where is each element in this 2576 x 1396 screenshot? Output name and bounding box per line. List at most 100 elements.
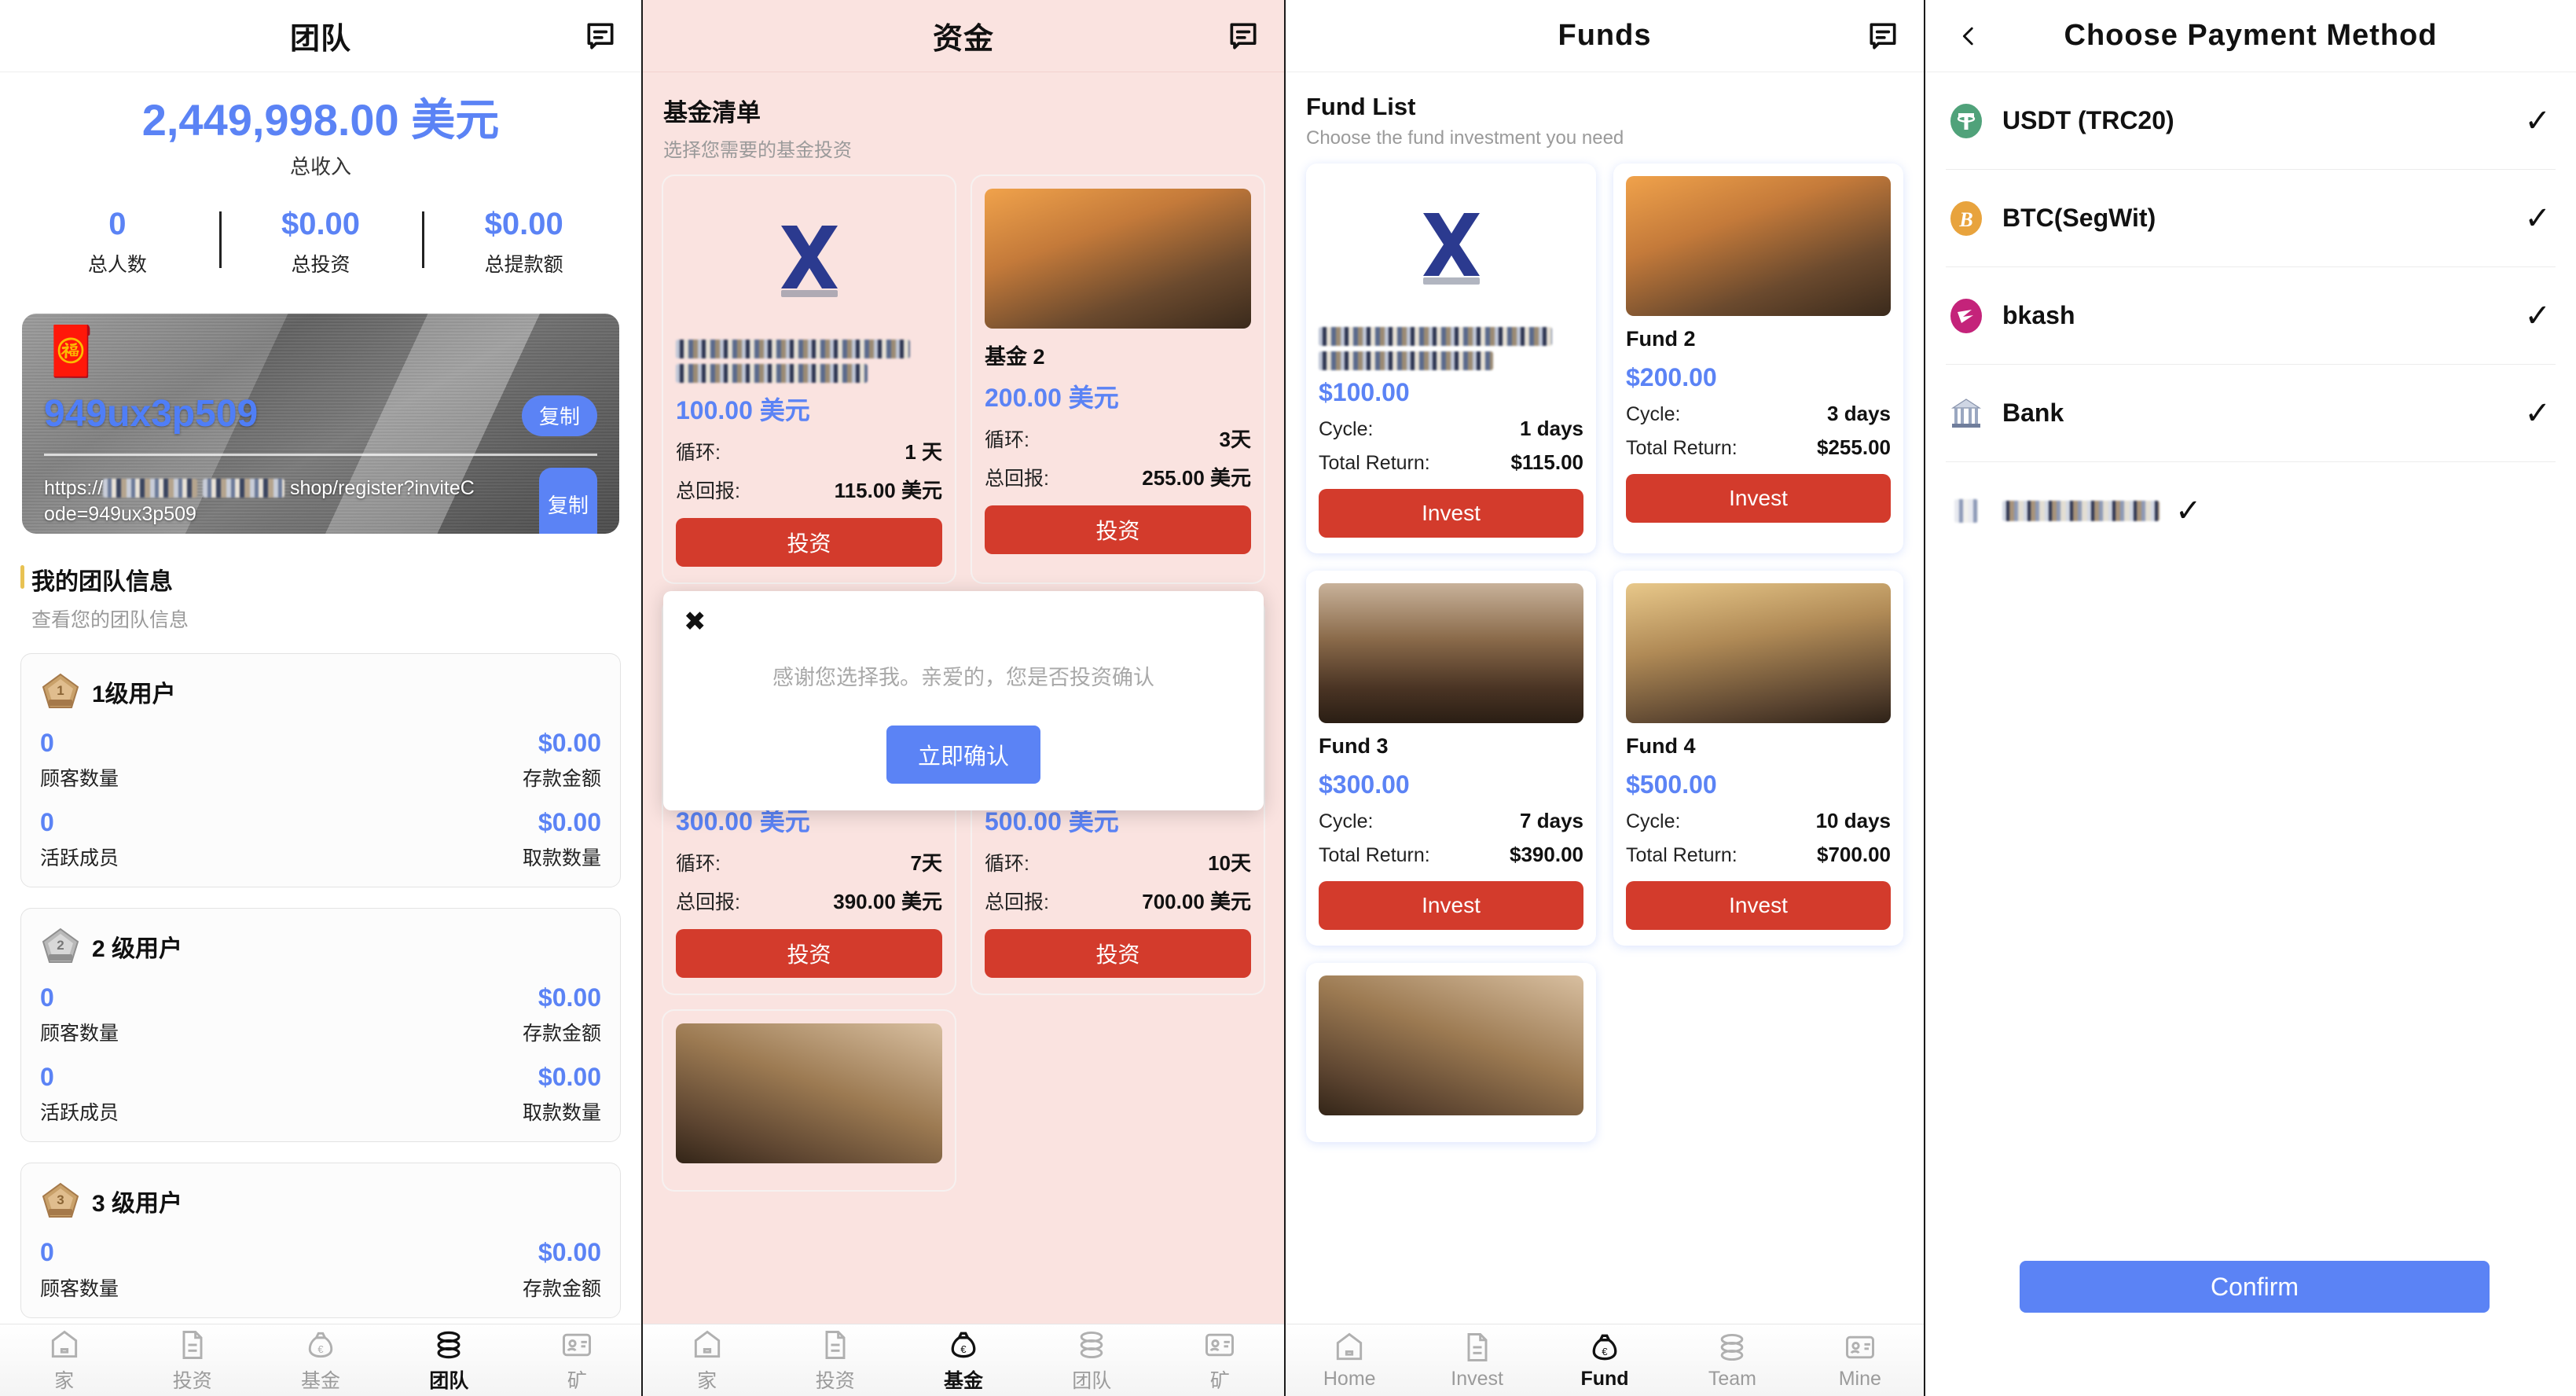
total-return-value: 255.00 美元 bbox=[1142, 466, 1251, 490]
money-bag-icon: € bbox=[1592, 1334, 1617, 1361]
nav-item-home[interactable]: Home bbox=[1286, 1330, 1413, 1390]
level-card[interactable]: 2 2 级用户 0 顾客数量 $0.00 存款金额 0 活跃成员 $0.00 取… bbox=[20, 907, 621, 1143]
kv-value: 0 bbox=[40, 807, 54, 836]
total-return-value: $255.00 bbox=[1817, 435, 1891, 459]
payment-method-usdt[interactable]: USDT (TRC20) ✓ bbox=[1946, 72, 2556, 170]
nav-item-fund[interactable]: € Fund bbox=[1541, 1330, 1668, 1390]
nav-item-fund[interactable]: € 基金 bbox=[256, 1328, 384, 1394]
fund-card[interactable] bbox=[1306, 963, 1596, 1142]
payment-method-bank[interactable]: Bank ✓ bbox=[1946, 365, 2556, 462]
nav-item-team[interactable]: 团队 bbox=[385, 1328, 513, 1394]
nav-item-invest[interactable]: 投资 bbox=[771, 1328, 899, 1394]
nav-item-invest[interactable]: Invest bbox=[1413, 1330, 1540, 1390]
nav-label: 家 bbox=[697, 1369, 717, 1392]
section-title: 我的团队信息 bbox=[20, 562, 621, 597]
svg-text:€: € bbox=[317, 1343, 323, 1355]
fund-card[interactable]: 基金 2 200.00 美元 循环: 3天 总回报: 255.00 美元 投资 bbox=[972, 176, 1264, 582]
level-card[interactable]: 1 1级用户 0 顾客数量 $0.00 存款金额 0 活跃成员 $0.00 取款… bbox=[20, 652, 621, 887]
payment-method-label: Bank bbox=[2002, 399, 2064, 427]
check-icon: ✓ bbox=[2524, 395, 2551, 431]
invest-button[interactable]: Invest bbox=[1626, 881, 1891, 930]
invest-button[interactable]: 投资 bbox=[676, 518, 942, 567]
invest-button[interactable]: Invest bbox=[1319, 881, 1583, 930]
kv-active: 0 活跃成员 bbox=[40, 1063, 119, 1126]
team-info-section-head: 我的团队信息 查看您的团队信息 bbox=[20, 562, 621, 633]
panel-funds-english: Funds Fund List Choose the fund investme… bbox=[1286, 0, 1925, 1396]
kv-value: $0.00 bbox=[538, 983, 601, 1012]
copy-code-button[interactable]: 复制 bbox=[522, 395, 597, 436]
bank-icon bbox=[1946, 393, 1987, 434]
nav-item-home[interactable]: 家 bbox=[643, 1328, 771, 1394]
cycle-label: Cycle: bbox=[1319, 810, 1374, 832]
message-square-icon[interactable] bbox=[1224, 17, 1262, 55]
fund-card[interactable]: Fund 3 $300.00 Cycle: 7 days Total Retur… bbox=[1306, 571, 1596, 946]
level-header: 3 3 级用户 bbox=[40, 1181, 601, 1222]
nav-item-home[interactable]: 家 bbox=[0, 1328, 128, 1394]
invest-button[interactable]: 投资 bbox=[985, 929, 1251, 978]
svg-text:B: B bbox=[1958, 208, 1972, 231]
fund-card[interactable]: Fund 4 $500.00 Cycle: 10 days Total Retu… bbox=[1613, 571, 1903, 946]
kv-customers: 0 顾客数量 bbox=[40, 729, 119, 792]
invest-button[interactable]: 投资 bbox=[985, 505, 1251, 554]
payment-method-bkash[interactable]: bkash ✓ bbox=[1946, 267, 2556, 365]
stat-total-people: 0 总人数 bbox=[16, 207, 219, 277]
total-return-value: 390.00 美元 bbox=[833, 890, 942, 913]
kv-value: $0.00 bbox=[538, 728, 601, 757]
invest-confirm-modal: ✖ 感谢您选择我。亲爱的，您是否投资确认 立即确认 bbox=[663, 591, 1264, 810]
home-icon bbox=[694, 1330, 720, 1357]
cycle-value: 7 days bbox=[1520, 809, 1583, 832]
fund-card[interactable]: 100.00 美元 循环: 1 天 总回报: 115.00 美元 投资 bbox=[663, 176, 955, 582]
svg-text:€: € bbox=[960, 1343, 966, 1355]
fund-return-row: 总回报: 115.00 美元 bbox=[676, 475, 942, 504]
nav-item-mine[interactable]: 矿 bbox=[1156, 1328, 1284, 1394]
total-return-value: $115.00 bbox=[1510, 450, 1583, 474]
message-square-icon[interactable] bbox=[582, 17, 619, 55]
stat-total-withdrawal: $0.00 总提款额 bbox=[422, 207, 626, 277]
total-return-label: Total Return: bbox=[1626, 844, 1738, 866]
svg-text:1: 1 bbox=[57, 683, 64, 698]
modal-confirm-button[interactable]: 立即确认 bbox=[886, 726, 1040, 784]
close-icon[interactable]: ✖ bbox=[684, 608, 718, 640]
invest-button[interactable]: Invest bbox=[1319, 489, 1583, 538]
payment-method-list: USDT (TRC20) ✓ B BTC(SegWit) ✓ bkash ✓ B… bbox=[1925, 72, 2576, 560]
cycle-label: 循环: bbox=[985, 853, 1029, 875]
fund-image bbox=[1626, 583, 1891, 723]
fund-card[interactable] bbox=[663, 1011, 955, 1190]
payment-method-btc[interactable]: B BTC(SegWit) ✓ bbox=[1946, 170, 2556, 267]
payment-method-redacted[interactable]: ✓ bbox=[1946, 462, 2556, 560]
nav-label: 矿 bbox=[567, 1369, 587, 1392]
confirm-button[interactable]: Confirm bbox=[2020, 1261, 2490, 1313]
redacted-domain-2 bbox=[203, 478, 284, 498]
cycle-value: 1 days bbox=[1520, 417, 1583, 440]
kv-deposit: $0.00 存款金额 bbox=[523, 1239, 601, 1301]
fund-card[interactable]: $100.00 Cycle: 1 days Total Return: $115… bbox=[1306, 163, 1596, 553]
fund-name-redacted-line2 bbox=[1319, 351, 1494, 370]
fund-name: Fund 2 bbox=[1626, 327, 1696, 351]
svg-text:€: € bbox=[1602, 1346, 1607, 1357]
level-name: 3 级用户 bbox=[92, 1191, 183, 1218]
nav-item-team[interactable]: Team bbox=[1668, 1330, 1796, 1390]
fund-image bbox=[1319, 975, 1583, 1115]
message-square-icon[interactable] bbox=[1864, 17, 1902, 55]
fund-image bbox=[1319, 583, 1583, 723]
invest-button[interactable]: Invest bbox=[1626, 474, 1891, 523]
payment-method-label: USDT (TRC20) bbox=[2002, 106, 2174, 134]
copy-link-button[interactable]: 复制 bbox=[539, 467, 597, 534]
panel1-bottom-nav: 家 投资 € 基金 团队 矿 bbox=[0, 1324, 641, 1396]
fund-cycle-row: 循环: 7天 bbox=[676, 847, 942, 876]
level-card[interactable]: 3 3 级用户 0 顾客数量 $0.00 存款金额 bbox=[20, 1163, 621, 1318]
nav-item-team[interactable]: 团队 bbox=[1028, 1328, 1156, 1394]
fund-card[interactable]: Fund 2 $200.00 Cycle: 3 days Total Retur… bbox=[1613, 163, 1903, 553]
coins-stack-icon bbox=[1721, 1333, 1744, 1361]
chevron-left-icon[interactable] bbox=[1952, 20, 1985, 53]
nav-item-mine[interactable]: Mine bbox=[1796, 1330, 1924, 1390]
panel2-topbar: 资金 bbox=[643, 0, 1284, 72]
nav-item-mine[interactable]: 矿 bbox=[513, 1328, 641, 1394]
id-card-icon bbox=[1205, 1333, 1235, 1356]
fund-cycle-row: 循环: 10天 bbox=[985, 847, 1251, 876]
nav-item-invest[interactable]: 投资 bbox=[128, 1328, 256, 1394]
nav-item-fund[interactable]: € 基金 bbox=[899, 1328, 1027, 1394]
level-row-active: 0 活跃成员 $0.00 取款数量 bbox=[40, 807, 601, 871]
kv-value: 0 bbox=[40, 983, 54, 1012]
invest-button[interactable]: 投资 bbox=[676, 929, 942, 978]
